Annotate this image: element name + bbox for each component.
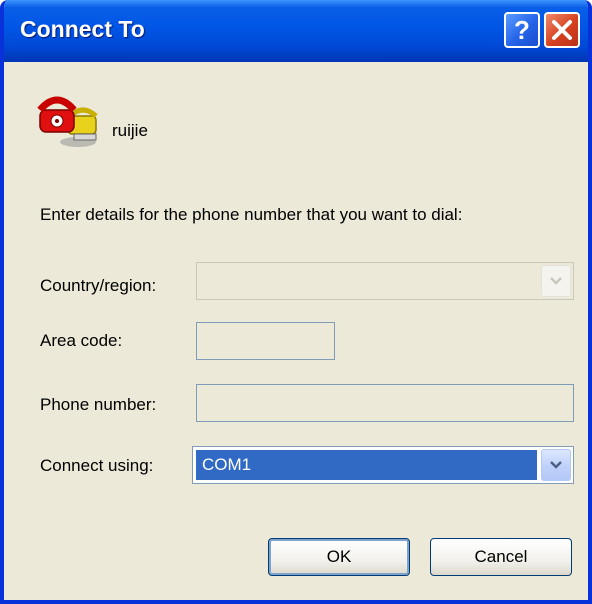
area-code-input[interactable] <box>196 322 335 360</box>
telephone-icon <box>34 80 106 152</box>
close-icon <box>552 20 572 40</box>
connect-using-dropdown[interactable]: COM1 <box>192 446 574 484</box>
dropdown-arrow-button[interactable] <box>541 265 571 297</box>
dropdown-arrow-button[interactable] <box>541 449 571 481</box>
cancel-button-label: Cancel <box>474 547 528 566</box>
connection-name: ruijie <box>112 121 148 140</box>
connect-using-value: COM1 <box>196 450 537 480</box>
ok-button[interactable]: OK <box>268 538 410 576</box>
window-title: Connect To <box>20 16 145 42</box>
help-button[interactable]: ? <box>504 12 540 48</box>
cancel-button[interactable]: Cancel <box>430 538 572 576</box>
phone-number-input[interactable] <box>196 384 574 422</box>
phone-number-label: Phone number: <box>40 395 157 414</box>
area-code-label: Area code: <box>40 331 123 350</box>
instruction-text: Enter details for the phone number that … <box>40 205 463 224</box>
help-icon: ? <box>514 15 530 45</box>
close-button[interactable] <box>544 12 580 48</box>
title-bar[interactable]: Connect To ? <box>4 0 588 62</box>
chevron-down-icon <box>550 277 562 285</box>
chevron-down-icon <box>550 461 562 469</box>
country-region-label: Country/region: <box>40 276 157 295</box>
ok-button-label: OK <box>326 547 352 566</box>
connect-to-dialog: Connect To ? ruijie Enter details for th <box>0 0 592 604</box>
connect-using-label: Connect using: <box>40 456 154 475</box>
country-region-dropdown[interactable] <box>196 262 574 300</box>
